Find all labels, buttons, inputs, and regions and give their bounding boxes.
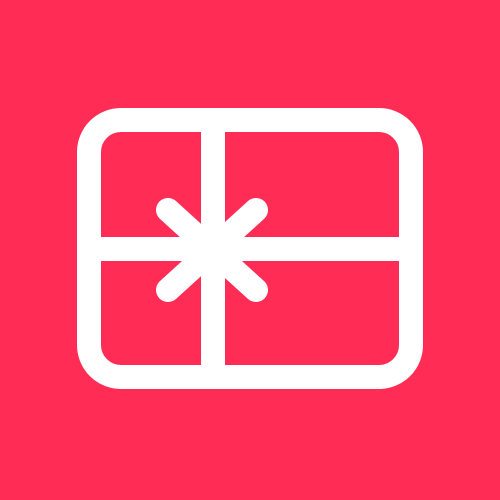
app-icon — [0, 0, 500, 500]
gift-card-icon — [0, 0, 500, 500]
